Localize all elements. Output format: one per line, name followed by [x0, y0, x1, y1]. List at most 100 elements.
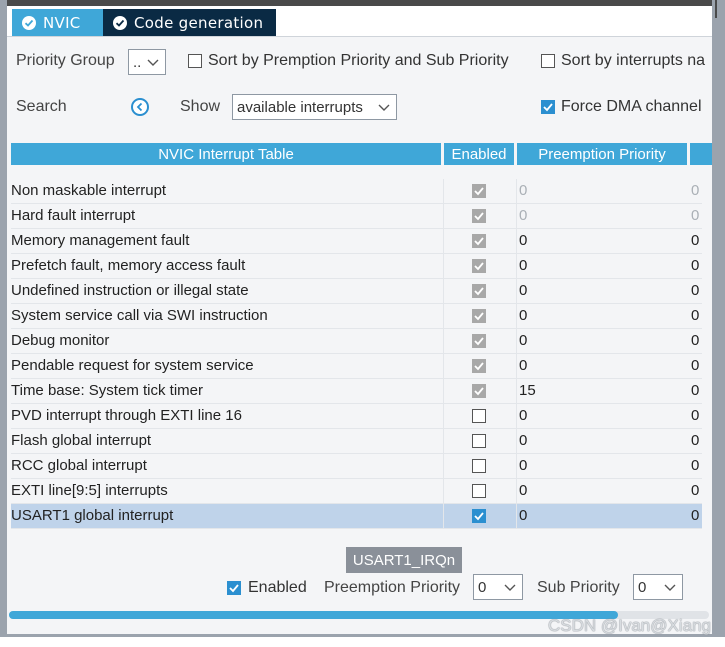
sub-priority-value[interactable]: 0	[691, 357, 699, 374]
table-row[interactable]: Memory management fault 0 0	[11, 229, 702, 254]
tab-nvic-label: NVIC	[43, 14, 81, 32]
table-row[interactable]: Hard fault interrupt 0 0	[11, 204, 702, 229]
priority-group-label: Priority Group	[16, 52, 115, 69]
sort-premption-label: Sort by Premption Priority and Sub Prior…	[208, 52, 509, 69]
preemption-priority-value[interactable]: 0	[519, 232, 527, 249]
checkmark-icon	[474, 187, 484, 196]
sub-priority-value[interactable]: 0	[691, 232, 699, 249]
sub-priority-value[interactable]: 0	[691, 382, 699, 399]
irq-sub-select[interactable]: 0	[633, 574, 683, 600]
interrupt-name: PVD interrupt through EXTI line 16	[11, 407, 242, 424]
show-select[interactable]: available interrupts	[232, 94, 397, 120]
preemption-priority-value[interactable]: 0	[519, 332, 527, 349]
irq-preemption-label: Preemption Priority	[324, 579, 461, 596]
enabled-checkbox	[472, 309, 486, 323]
sub-priority-value[interactable]: 0	[691, 207, 699, 224]
preemption-priority-value[interactable]: 0	[519, 432, 527, 449]
priority-group-select[interactable]: ..	[128, 49, 166, 75]
preemption-priority-value[interactable]: 0	[519, 307, 527, 324]
table-row[interactable]: Non maskable interrupt 0 0	[11, 179, 702, 204]
preemption-priority-value[interactable]: 0	[519, 482, 527, 499]
table-row[interactable]: System service call via SWI instruction 0…	[11, 304, 702, 329]
sub-priority-value[interactable]: 0	[691, 182, 699, 199]
preemption-priority-value[interactable]: 0	[519, 207, 527, 224]
table-row[interactable]: Debug monitor 0 0	[11, 329, 702, 354]
enabled-checkbox[interactable]	[472, 409, 486, 423]
sub-priority-value[interactable]: 0	[691, 307, 699, 324]
preemption-priority-value[interactable]: 15	[519, 382, 536, 399]
checkmark-icon	[474, 262, 484, 271]
sub-priority-value[interactable]: 0	[691, 432, 699, 449]
priority-group-value: ..	[133, 53, 142, 71]
interrupt-name: Hard fault interrupt	[11, 207, 136, 224]
table-row[interactable]: Pendable request for system service 0 0	[11, 354, 702, 379]
sub-priority-value[interactable]: 0	[691, 332, 699, 349]
interrupt-name: Memory management fault	[11, 232, 190, 249]
column-header-preemption[interactable]: Preemption Priority	[517, 143, 687, 165]
sub-priority-value[interactable]: 0	[691, 457, 699, 474]
enabled-checkbox	[472, 284, 486, 298]
table-row[interactable]: Time base: System tick timer 15 0	[11, 379, 702, 404]
preemption-priority-value[interactable]: 0	[519, 182, 527, 199]
enabled-cell	[443, 279, 517, 304]
preemption-priority-value[interactable]: 0	[519, 257, 527, 274]
sub-priority-value[interactable]: 0	[691, 407, 699, 424]
sort-interrupts-label: Sort by interrupts na	[561, 52, 706, 69]
tab-code-generation-label: Code generation	[134, 14, 264, 32]
check-circle-icon	[113, 16, 127, 30]
enabled-cell	[443, 354, 517, 379]
enabled-checkbox	[472, 359, 486, 373]
enabled-checkbox[interactable]	[472, 484, 486, 498]
sort-premption-checkbox[interactable]	[188, 54, 202, 68]
watermark-text: CSDN @Ivan@Xiang	[547, 616, 711, 635]
irq-sub-value: 0	[638, 578, 647, 596]
search-label: Search	[16, 98, 67, 115]
irq-enabled-checkbox[interactable]	[227, 581, 241, 595]
tab-code-generation[interactable]: Code generation	[103, 9, 276, 37]
preemption-priority-value[interactable]: 0	[519, 457, 527, 474]
sub-priority-value[interactable]: 0	[691, 507, 699, 524]
table-row[interactable]: USART1 global interrupt 0 0	[11, 504, 702, 529]
enabled-checkbox	[472, 209, 486, 223]
table-row[interactable]: Undefined instruction or illegal state 0 0	[11, 279, 702, 304]
table-row[interactable]: Flash global interrupt 0 0	[11, 429, 702, 454]
table-row[interactable]: Prefetch fault, memory access fault 0 0	[11, 254, 702, 279]
table-row[interactable]: EXTI line[9:5] interrupts 0 0	[11, 479, 702, 504]
irq-name-label: USART1_IRQn	[346, 547, 462, 573]
show-value: available interrupts	[237, 98, 363, 116]
preemption-priority-value[interactable]: 0	[519, 282, 527, 299]
force-dma-checkbox[interactable]	[541, 100, 555, 114]
sub-priority-value[interactable]: 0	[691, 482, 699, 499]
interrupt-name: Debug monitor	[11, 332, 110, 349]
checkmark-icon	[474, 512, 484, 521]
check-circle-icon	[22, 16, 36, 30]
checkmark-icon	[474, 337, 484, 346]
search-back-button[interactable]	[131, 98, 149, 116]
enabled-checkbox[interactable]	[472, 509, 486, 523]
nvic-panel: Priority Group .. Sort by Premption Prio…	[7, 36, 712, 634]
enabled-checkbox	[472, 184, 486, 198]
chevron-down-icon	[504, 584, 516, 591]
tab-nvic[interactable]: NVIC	[12, 9, 103, 37]
table-row[interactable]: PVD interrupt through EXTI line 16 0 0	[11, 404, 702, 429]
preemption-priority-value[interactable]: 0	[519, 357, 527, 374]
scrollbar-thumb[interactable]	[9, 611, 618, 619]
column-header-name[interactable]: NVIC Interrupt Table	[11, 143, 441, 165]
preemption-priority-value[interactable]: 0	[519, 407, 527, 424]
chevron-down-icon	[147, 59, 159, 66]
chevron-down-icon	[378, 104, 390, 111]
sub-priority-value[interactable]: 0	[691, 257, 699, 274]
sub-priority-value[interactable]: 0	[691, 282, 699, 299]
column-header-enabled[interactable]: Enabled	[444, 143, 514, 165]
enabled-checkbox[interactable]	[472, 459, 486, 473]
column-header-sub[interactable]	[690, 143, 712, 165]
enabled-checkbox[interactable]	[472, 434, 486, 448]
sort-interrupts-checkbox[interactable]	[541, 54, 555, 68]
enabled-checkbox	[472, 259, 486, 273]
preemption-priority-value[interactable]: 0	[519, 507, 527, 524]
table-row[interactable]: RCC global interrupt 0 0	[11, 454, 702, 479]
irq-preemption-value: 0	[478, 578, 487, 596]
irq-preemption-select[interactable]: 0	[473, 574, 523, 600]
checkmark-icon	[474, 387, 484, 396]
interrupt-name: Undefined instruction or illegal state	[11, 282, 249, 299]
